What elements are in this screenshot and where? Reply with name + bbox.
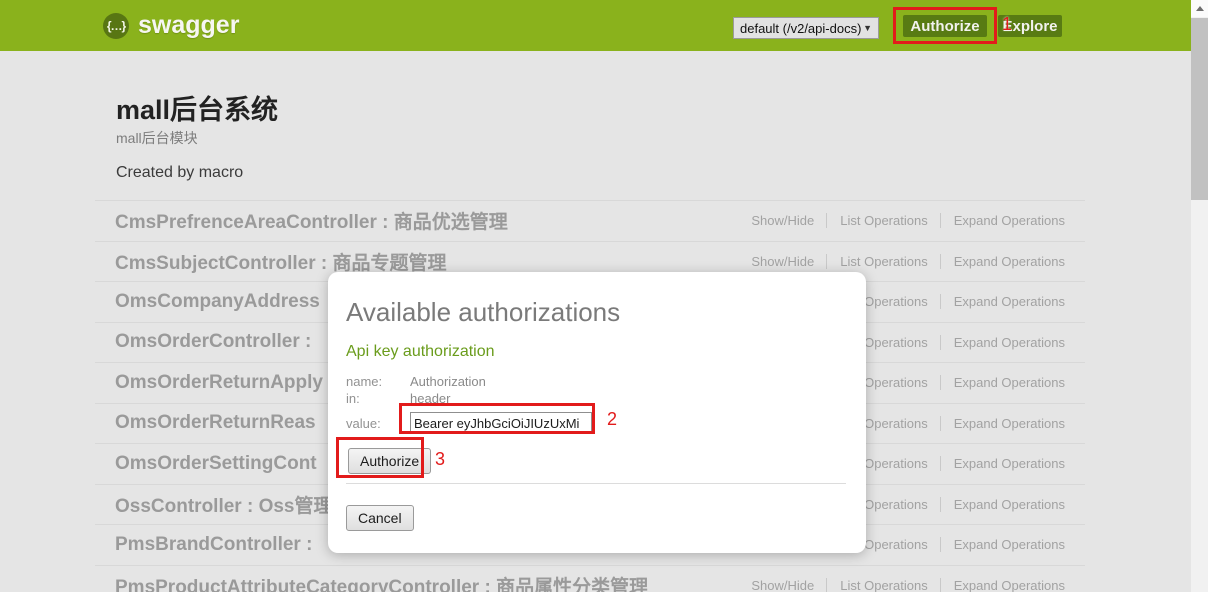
modal-cancel-button[interactable]: Cancel xyxy=(346,505,414,531)
scrollbar-thumb[interactable] xyxy=(1191,18,1208,200)
page-title: mall后台系统 xyxy=(116,88,278,127)
auth-value-label: value: xyxy=(346,416,410,431)
swagger-page: {…} swagger default (/v2/api-docs) ▼ Aut… xyxy=(0,0,1208,592)
vertical-scrollbar[interactable] xyxy=(1191,0,1208,592)
auth-in-row: in: header xyxy=(346,391,450,406)
resource-name[interactable]: CmsSubjectController : 商品专题管理 xyxy=(115,248,446,275)
resource-name[interactable]: OmsCompanyAddress xyxy=(115,291,320,313)
auth-modal-title: Available authorizations xyxy=(346,297,620,328)
resource-row: PmsProductAttributeCategoryController : … xyxy=(95,566,1085,592)
expand-operations-link[interactable]: Expand Operations xyxy=(940,254,1065,269)
list-operations-link[interactable]: List Operations xyxy=(826,578,927,592)
resource-name[interactable]: PmsBrandController : xyxy=(115,534,312,556)
modal-authorize-button[interactable]: Authorize xyxy=(348,448,431,474)
page-description: mall后台模块 xyxy=(116,128,198,148)
show-hide-link[interactable]: Show/Hide xyxy=(751,254,814,269)
arrow-up-icon xyxy=(1196,6,1204,11)
resource-links: Show/Hide List Operations Expand Operati… xyxy=(751,254,1065,269)
auth-name-value: Authorization xyxy=(410,374,486,389)
header-authorize-button[interactable]: Authorize xyxy=(903,15,987,37)
api-spec-selector[interactable]: default (/v2/api-docs) ▼ xyxy=(733,17,879,39)
created-by-text: Created by macro xyxy=(116,164,243,182)
list-operations-link[interactable]: List Operations xyxy=(826,254,927,269)
show-hide-link[interactable]: Show/Hide xyxy=(751,213,814,228)
auth-in-label: in: xyxy=(346,391,410,406)
expand-operations-link[interactable]: Expand Operations xyxy=(940,456,1065,471)
resource-name[interactable]: OmsOrderReturnReas xyxy=(115,412,316,434)
resource-row: CmsPrefrenceAreaController : 商品优选管理 Show… xyxy=(95,201,1085,242)
api-spec-selector-value: default (/v2/api-docs) xyxy=(740,21,861,36)
expand-operations-link[interactable]: Expand Operations xyxy=(940,416,1065,431)
app-header: {…} swagger default (/v2/api-docs) ▼ Aut… xyxy=(0,0,1191,51)
expand-operations-link[interactable]: Expand Operations xyxy=(940,213,1065,228)
resource-links: Show/Hide List Operations Expand Operati… xyxy=(751,578,1065,592)
expand-operations-link[interactable]: Expand Operations xyxy=(940,537,1065,552)
expand-operations-link[interactable]: Expand Operations xyxy=(940,578,1065,592)
resource-name[interactable]: OmsOrderReturnApply xyxy=(115,372,323,394)
brand-title: swagger xyxy=(138,11,239,40)
resource-name[interactable]: CmsPrefrenceAreaController : 商品优选管理 xyxy=(115,207,508,234)
auth-value-input[interactable] xyxy=(410,412,592,434)
list-operations-link[interactable]: List Operations xyxy=(826,213,927,228)
auth-value-row: value: xyxy=(346,412,592,434)
auth-in-value: header xyxy=(410,391,450,406)
resource-name[interactable]: OmsOrderSettingCont xyxy=(115,453,317,475)
auth-modal: Available authorizations Api key authori… xyxy=(328,272,866,553)
resource-name[interactable]: OmsOrderController : xyxy=(115,331,311,353)
swagger-logo-icon: {…} xyxy=(103,13,129,39)
api-key-authorization-heading: Api key authorization xyxy=(346,343,495,361)
show-hide-link[interactable]: Show/Hide xyxy=(751,578,814,592)
expand-operations-link[interactable]: Expand Operations xyxy=(940,335,1065,350)
modal-divider xyxy=(346,483,846,484)
expand-operations-link[interactable]: Expand Operations xyxy=(940,294,1065,309)
header-explore-button[interactable]: Explore xyxy=(998,15,1062,37)
scrollbar-up-button[interactable] xyxy=(1191,0,1208,17)
resource-links: Show/Hide List Operations Expand Operati… xyxy=(751,213,1065,228)
expand-operations-link[interactable]: Expand Operations xyxy=(940,375,1065,390)
resource-name[interactable]: PmsProductAttributeCategoryController : … xyxy=(115,572,648,592)
expand-operations-link[interactable]: Expand Operations xyxy=(940,497,1065,512)
chevron-down-icon: ▼ xyxy=(863,23,872,33)
auth-name-row: name: Authorization xyxy=(346,374,486,389)
auth-name-label: name: xyxy=(346,374,410,389)
resource-name[interactable]: OssController : Oss管理 xyxy=(115,491,333,518)
